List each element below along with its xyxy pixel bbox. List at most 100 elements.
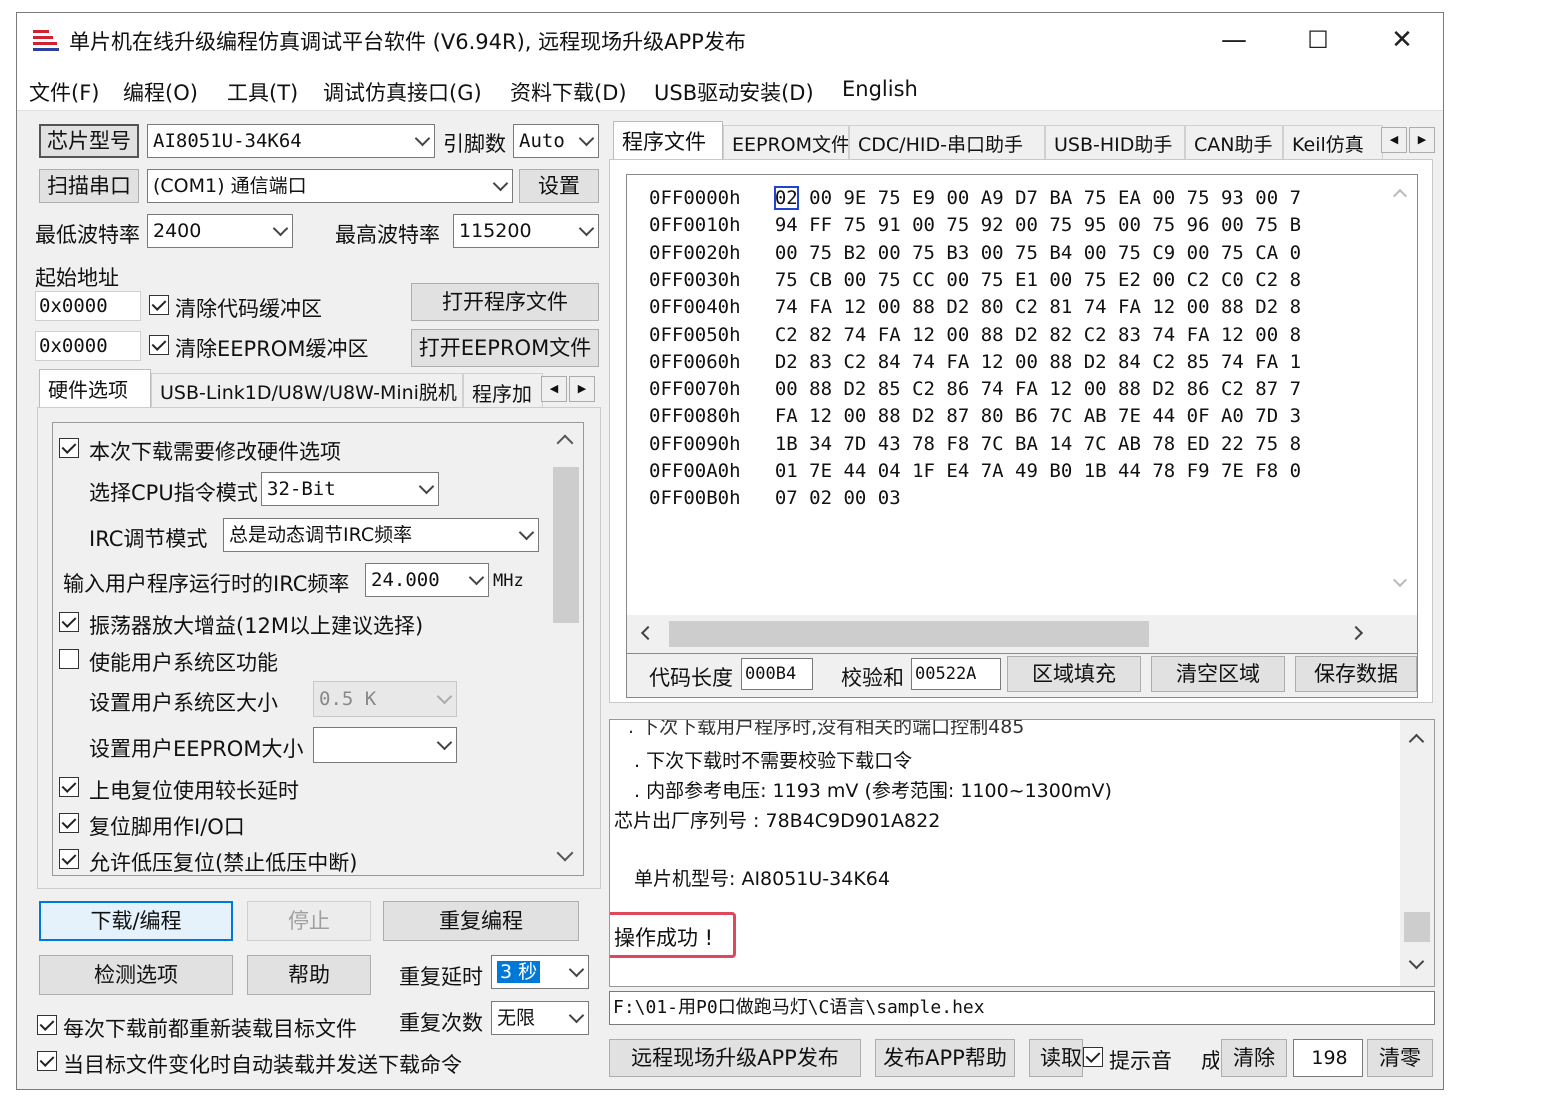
tab-scroll-right-icon[interactable]: ▶: [1409, 127, 1435, 153]
hex-bytes-rest: 00 9E 75 E9 00 A9 D7 BA 75 EA 00 75 93 0…: [797, 187, 1302, 209]
tab-program-encrypt[interactable]: 程序加: [463, 373, 543, 407]
tab-scroll-right-icon[interactable]: ▶: [569, 376, 595, 402]
hex-h-scrollbar[interactable]: [627, 615, 1417, 653]
system-area-size-select[interactable]: 0.5 K: [313, 681, 457, 717]
title-bar[interactable]: 单片机在线升级编程仿真调试平台软件 (V6.94R), 远程现场升级APP发布 …: [17, 13, 1443, 67]
max-baud-select[interactable]: 115200: [453, 214, 599, 248]
reset-io-checkbox[interactable]: [59, 813, 79, 833]
help-button[interactable]: 帮助: [247, 955, 371, 995]
cpu-mode-select[interactable]: 32-Bit: [261, 472, 439, 506]
region-fill-button[interactable]: 区域填充: [1007, 656, 1141, 692]
minimize-icon[interactable]: —: [1203, 21, 1265, 59]
settings-button[interactable]: 设置: [519, 169, 599, 203]
code-address-input[interactable]: 0x0000: [35, 291, 141, 321]
repeat-delay-select[interactable]: 3 秒: [491, 955, 589, 989]
hw-options-scroll-thumb[interactable]: [553, 467, 579, 623]
tab-scroll-left-icon[interactable]: ◀: [541, 376, 567, 402]
reload-file-label: 每次下载前都重新装载目标文件: [63, 1017, 357, 1041]
irc-freq-select[interactable]: 24.000: [365, 563, 489, 597]
open-eeprom-file-button[interactable]: 打开EEPROM文件: [411, 329, 599, 367]
modify-hw-checkbox[interactable]: [59, 438, 79, 458]
open-program-file-button[interactable]: 打开程序文件: [411, 283, 599, 321]
hex-bytes: 00 88 D2 85 C2 86 74 FA 12 00 88 D2 86 C…: [774, 378, 1302, 401]
hex-row: 0FF0050h C2 82 74 FA 12 00 88 D2 82 C2 8…: [649, 324, 1301, 346]
system-area-size-label: 设置用户系统区大小: [89, 691, 278, 715]
scroll-up-icon[interactable]: [556, 434, 574, 452]
repeat-count-select[interactable]: 无限: [491, 1001, 589, 1035]
irc-mode-value: 总是动态调节IRC频率: [229, 524, 413, 546]
tab-usb-hid-assistant[interactable]: USB-HID助手: [1045, 125, 1185, 159]
cpu-mode-label: 选择CPU指令模式: [89, 481, 258, 505]
eeprom-size-select[interactable]: 1 K: [313, 727, 457, 763]
scroll-down-icon[interactable]: [1392, 572, 1408, 588]
clear-eeprom-checkbox[interactable]: [149, 335, 169, 355]
eeprom-address-input[interactable]: 0x0000: [35, 331, 141, 361]
tab-usb-link-offline[interactable]: USB-Link1D/U8W/U8W-Mini脱机: [151, 373, 463, 407]
hex-cursor[interactable]: 02: [773, 186, 799, 210]
scroll-right-icon[interactable]: [1348, 625, 1364, 641]
publish-app-help-button[interactable]: 发布APP帮助: [875, 1039, 1015, 1077]
tab-hardware-options[interactable]: 硬件选项: [39, 369, 151, 407]
low-voltage-reset-checkbox[interactable]: [59, 849, 79, 869]
tab-serial-assistant[interactable]: CDC/HID-串口助手: [849, 125, 1045, 159]
clear-code-label: 清除代码缓冲区: [175, 297, 322, 321]
tab-program-file[interactable]: 程序文件: [613, 121, 723, 159]
read-button[interactable]: 读取: [1029, 1039, 1083, 1077]
chip-model-select[interactable]: AI8051U-34K64: [147, 124, 435, 158]
remote-upgrade-publish-button[interactable]: 远程现场升级APP发布: [609, 1039, 861, 1077]
tab-eeprom-file[interactable]: EEPROM文件: [723, 125, 849, 159]
detect-options-button[interactable]: 检测选项: [39, 955, 233, 995]
reload-file-checkbox[interactable]: [37, 1015, 57, 1035]
stop-button[interactable]: 停止: [247, 901, 371, 941]
min-baud-select[interactable]: 2400: [147, 214, 293, 248]
repeat-program-button[interactable]: 重复编程: [383, 901, 579, 941]
irc-unit-label: MHz: [493, 571, 524, 591]
clear-region-button[interactable]: 清空区域: [1151, 656, 1285, 692]
auto-send-checkbox[interactable]: [37, 1051, 57, 1071]
menu-debug[interactable]: 调试仿真接口(G): [323, 77, 482, 107]
hex-v-scrollbar[interactable]: [1383, 175, 1417, 615]
tab-scroll-left-icon[interactable]: ◀: [1381, 127, 1407, 153]
port-select[interactable]: (COM1) 通信端口: [147, 169, 513, 203]
long-delay-checkbox[interactable]: [59, 777, 79, 797]
chip-type-button[interactable]: 芯片型号: [39, 124, 139, 158]
scroll-up-icon[interactable]: [1408, 733, 1425, 750]
hw-options-scrollbar[interactable]: [549, 423, 583, 875]
log-output[interactable]: . 下次下载用户程序时,没有相关的端口控制485 . 下次下载时不需要校验下载口…: [609, 719, 1435, 987]
scan-port-button[interactable]: 扫描串口: [39, 169, 139, 203]
maximize-icon[interactable]: ☐: [1287, 21, 1349, 59]
close-icon[interactable]: ✕: [1371, 21, 1433, 59]
clear-count-button[interactable]: 清除: [1221, 1039, 1287, 1077]
system-area-size-value: 0.5 K: [319, 688, 377, 710]
log-scrollbar[interactable]: [1400, 720, 1434, 986]
menu-download[interactable]: 资料下载(D): [510, 77, 627, 107]
tab-keil-sim[interactable]: Keil仿真: [1283, 125, 1383, 159]
success-message: 操作成功 !: [614, 926, 714, 950]
file-path-field[interactable]: F:\01-用P0口做跑马灯\C语言\sample.hex: [609, 991, 1435, 1025]
scroll-up-icon[interactable]: [1392, 188, 1408, 204]
reset-count-button[interactable]: 清零: [1367, 1039, 1433, 1077]
user-system-area-checkbox[interactable]: [59, 649, 79, 669]
scroll-down-icon[interactable]: [556, 844, 574, 862]
tab-can-assistant[interactable]: CAN助手: [1185, 125, 1283, 159]
save-data-button[interactable]: 保存数据: [1295, 656, 1417, 692]
menu-file[interactable]: 文件(F): [29, 77, 99, 107]
hex-h-scroll-thumb[interactable]: [669, 621, 1149, 647]
hex-view[interactable]: 0FF0000h 02 00 9E 75 E9 00 A9 D7 BA 75 E…: [626, 174, 1418, 654]
prompt-sound-checkbox[interactable]: [1083, 1047, 1103, 1067]
clear-code-checkbox[interactable]: [149, 295, 169, 315]
scroll-left-icon[interactable]: [640, 625, 656, 641]
download-program-button[interactable]: 下载/编程: [39, 901, 233, 941]
irc-mode-select[interactable]: 总是动态调节IRC频率: [223, 518, 539, 552]
scroll-down-icon[interactable]: [1408, 953, 1425, 970]
osc-gain-checkbox[interactable]: [59, 612, 79, 632]
menu-program[interactable]: 编程(O): [123, 77, 198, 107]
menu-usb-driver[interactable]: USB驱动安装(D): [654, 77, 814, 107]
menu-tools[interactable]: 工具(T): [227, 77, 298, 107]
cpu-mode-value: 32-Bit: [267, 478, 336, 500]
menu-english[interactable]: English: [842, 77, 918, 101]
pins-select[interactable]: Auto: [513, 124, 599, 158]
log-scroll-thumb[interactable]: [1404, 912, 1430, 942]
hex-row: 0FF00A0h 01 7E 44 04 1F E4 7A 49 B0 1B 4…: [649, 460, 1301, 482]
chevron-down-icon: [568, 1007, 585, 1024]
